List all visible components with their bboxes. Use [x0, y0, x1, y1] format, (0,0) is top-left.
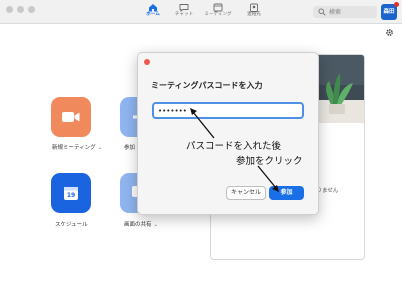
annotation-line-1: パスコードを入れた後	[186, 141, 282, 152]
annotation-line-2: 参加をクリック	[236, 156, 303, 167]
